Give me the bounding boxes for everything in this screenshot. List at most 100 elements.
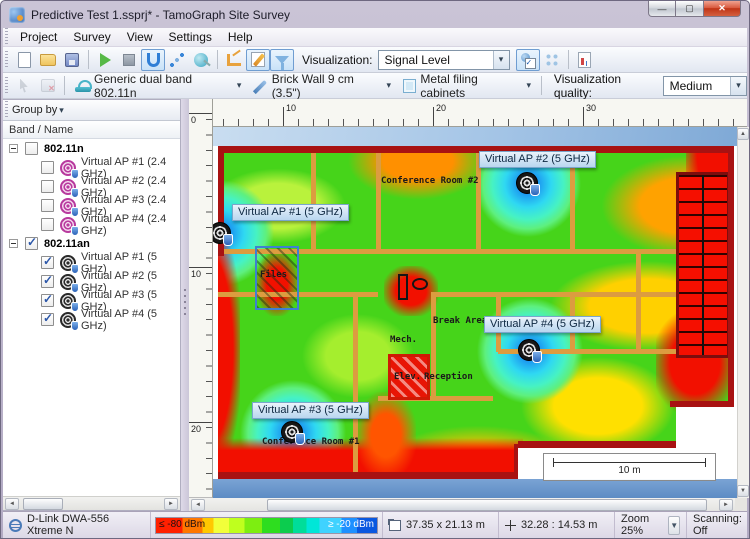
adapter-status[interactable]: D-Link DWA-556 Xtreme N (3, 512, 151, 538)
out-of-area-band (213, 479, 737, 498)
menu-settings[interactable]: Settings (161, 29, 220, 45)
checkbox[interactable] (41, 292, 54, 307)
panel-splitter[interactable] (181, 99, 189, 511)
scroll-down-icon[interactable]: ▼ (737, 485, 749, 497)
title-bar: Predictive Test 1.ssprj* - TamoGraph Sit… (1, 1, 749, 28)
gps-satellite-icon (194, 52, 208, 67)
plan-size-value: 37.35 x 21.13 m (406, 519, 485, 531)
select-object-button[interactable] (12, 75, 36, 97)
ap-label-2[interactable]: Virtual AP #2 (5 GHz) (479, 151, 596, 168)
chevron-down-icon[interactable]: ▼ (668, 515, 680, 535)
chevron-down-icon: ▾ (730, 76, 746, 95)
ap-2ghz-icon (60, 197, 79, 217)
delete-object-button[interactable] (36, 75, 60, 97)
filter-button[interactable] (270, 48, 294, 71)
furniture (412, 278, 428, 290)
group-by-bar[interactable]: Group by ▾ (3, 100, 180, 121)
ap-type-dropdown[interactable]: Generic dual band 802.11n ▾ (69, 72, 248, 100)
collapse-icon[interactable] (9, 144, 18, 153)
map-horizontal-scrollbar[interactable]: ◄ ► (189, 498, 735, 511)
minimize-button[interactable]: — (648, 1, 676, 17)
continuous-survey-button[interactable] (141, 48, 165, 71)
edit-mode-button[interactable] (246, 48, 270, 71)
visualization-select[interactable]: Signal Level ▾ (377, 49, 510, 70)
sidebar-horizontal-scrollbar[interactable]: ◄ ► (3, 496, 180, 510)
checkbox[interactable] (41, 161, 54, 174)
menu-help[interactable]: Help (220, 29, 261, 45)
zoom-control[interactable]: Zoom 25% ▼ (615, 512, 687, 538)
map-scale-bar: 10 m (543, 453, 716, 481)
tree-group-label: 802.11n (44, 142, 84, 155)
panel-grip (5, 101, 8, 119)
menu-view[interactable]: View (119, 29, 161, 45)
ap-label-4[interactable]: Virtual AP #4 (5 GHz) (484, 316, 601, 333)
ap-2ghz-icon (60, 216, 79, 236)
menu-survey[interactable]: Survey (65, 29, 118, 45)
shield-badge-icon (295, 433, 305, 445)
tree-item-ap[interactable]: Virtual AP #4 (5 GHz) (3, 307, 180, 332)
shield-badge-icon (71, 187, 79, 198)
room-label: Files (260, 270, 288, 280)
checkbox[interactable] (41, 254, 54, 269)
checkbox[interactable] (41, 273, 54, 288)
scroll-left-icon[interactable]: ◄ (5, 498, 19, 510)
checkbox[interactable] (25, 142, 38, 155)
chevron-down-icon: ▾ (526, 80, 531, 90)
scroll-right-icon[interactable]: ► (719, 499, 733, 511)
point-path-icon (169, 51, 185, 68)
close-button[interactable]: ✕ (703, 1, 741, 17)
ap-marker-4[interactable] (518, 339, 542, 363)
save-icon (65, 52, 79, 67)
scroll-up-icon[interactable]: ▲ (737, 128, 749, 140)
ap-marker-2[interactable] (516, 172, 540, 196)
room-label: Mech. (390, 335, 418, 345)
scrollbar-thumb[interactable] (267, 499, 707, 511)
point-survey-button[interactable] (165, 49, 189, 71)
checkbox[interactable] (41, 311, 54, 326)
visualization-value: Signal Level (384, 52, 450, 67)
map-canvas[interactable]: Conference Room #2 Files Break Area Mech… (213, 127, 737, 498)
scale-line (553, 458, 706, 467)
tree-item-ap[interactable]: Virtual AP #4 (2.4 GHz) (3, 212, 180, 237)
visualization-quality-select[interactable]: Medium ▾ (662, 75, 747, 96)
collapse-icon[interactable] (9, 239, 18, 248)
select-aps-button[interactable] (515, 48, 540, 71)
new-project-button[interactable] (12, 49, 36, 71)
report-icon (578, 51, 591, 68)
wall-type-dropdown[interactable]: Brick Wall 9 cm (3.5") ▾ (247, 72, 397, 100)
scanning-status[interactable]: Scanning: Off (687, 512, 747, 538)
scroll-right-icon[interactable]: ► (164, 498, 178, 510)
report-button[interactable] (573, 49, 597, 71)
open-project-button[interactable] (36, 49, 60, 71)
calibrate-button[interactable] (222, 49, 246, 71)
visualization-quality-value: Medium (669, 78, 713, 93)
map-vertical-scrollbar[interactable]: ▲ ▼ (737, 127, 749, 498)
shield-badge-icon (71, 206, 79, 217)
maximize-button[interactable]: ▢ (676, 1, 703, 17)
stop-survey-button[interactable] (117, 49, 141, 71)
toolbar-separator (217, 50, 218, 69)
checkbox[interactable] (25, 235, 38, 250)
gps-survey-button[interactable] (189, 49, 213, 71)
menu-project[interactable]: Project (12, 29, 65, 45)
scrollbar-thumb[interactable] (23, 498, 63, 510)
start-survey-button[interactable] (93, 49, 117, 71)
checkbox[interactable] (41, 199, 54, 212)
ap-label-3[interactable]: Virtual AP #3 (5 GHz) (252, 402, 369, 419)
spectrum-button[interactable] (540, 49, 564, 71)
save-project-button[interactable] (60, 49, 84, 71)
tree-item-label: Virtual AP #4 (2.4 GHz) (81, 212, 167, 237)
ap-marker-3[interactable] (281, 421, 305, 445)
shield-badge-icon (223, 234, 233, 246)
cabinet-icon (403, 78, 417, 93)
scroll-left-icon[interactable]: ◄ (191, 499, 205, 511)
tree-item-label: Virtual AP #4 (5 GHz) (81, 307, 158, 332)
column-header-band-name[interactable]: Band / Name (3, 121, 180, 139)
app-window: Predictive Test 1.ssprj* - TamoGraph Sit… (0, 0, 750, 539)
ap-marker-1[interactable] (213, 222, 233, 246)
checkbox[interactable] (41, 180, 54, 193)
shield-badge-icon (71, 263, 79, 274)
obstruction-type-dropdown[interactable]: Metal filing cabinets ▾ (397, 72, 537, 100)
checkbox[interactable] (41, 218, 54, 231)
ap-label-1[interactable]: Virtual AP #1 (5 GHz) (232, 204, 349, 221)
